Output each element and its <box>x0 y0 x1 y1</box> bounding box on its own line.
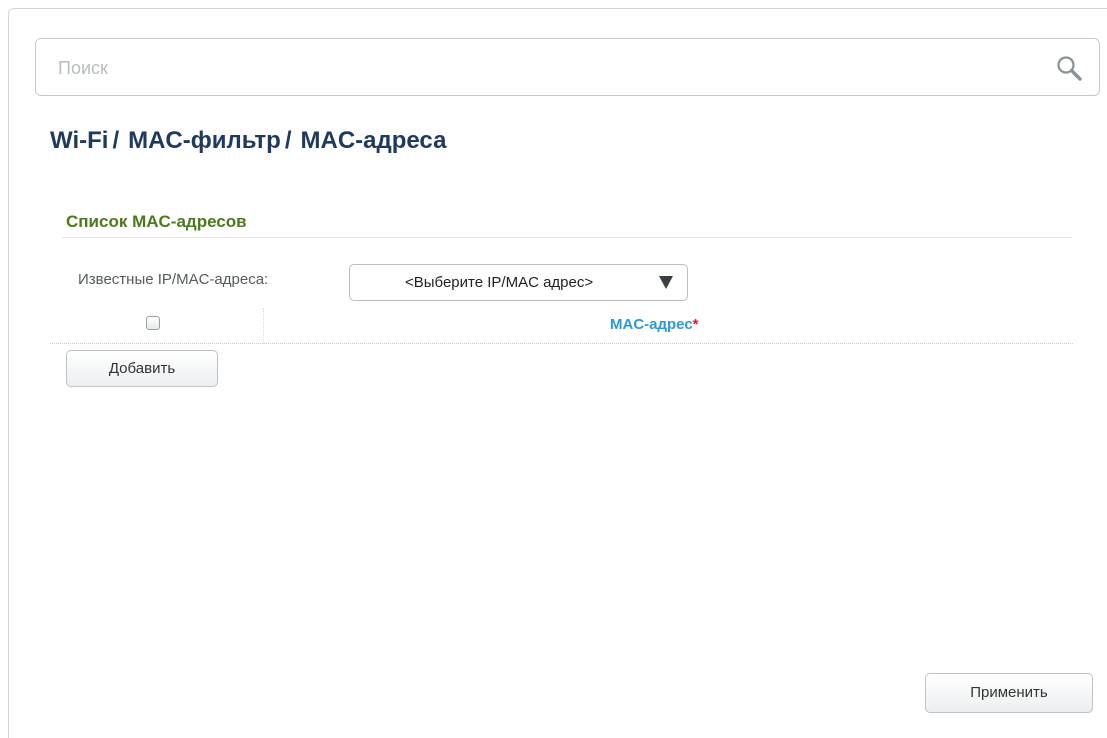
search-box[interactable] <box>35 38 1100 96</box>
known-addresses-selected-value: <Выберите IP/MAC адрес> <box>405 274 594 291</box>
chevron-down-icon <box>659 276 673 289</box>
select-all-checkbox[interactable] <box>146 316 160 330</box>
breadcrumb-separator: / <box>284 127 292 154</box>
breadcrumb-separator: / <box>112 127 120 154</box>
add-button[interactable]: Добавить <box>66 350 218 387</box>
breadcrumb: Wi-Fi / MAC-фильтр / MAC-адреса <box>50 127 446 155</box>
table-header: MAC-адрес* <box>50 308 1073 344</box>
breadcrumb-item-wifi[interactable]: Wi-Fi <box>50 127 108 155</box>
search-input[interactable] <box>56 51 1020 85</box>
breadcrumb-item-mac-addresses: MAC-адреса <box>300 127 447 154</box>
breadcrumb-item-mac-filter[interactable]: MAC-фильтр <box>128 127 281 155</box>
column-header-mac-address: MAC-адрес* <box>610 316 699 333</box>
known-addresses-select[interactable]: <Выберите IP/MAC адрес> <box>349 264 688 301</box>
known-addresses-label: Известные IP/MAC-адреса: <box>78 271 269 288</box>
section-divider <box>62 237 1072 238</box>
column-header-label: MAC-адрес <box>610 316 693 333</box>
column-divider <box>263 308 265 344</box>
section-title: Список MAC-адресов <box>66 212 247 231</box>
search-icon[interactable] <box>1055 54 1083 82</box>
apply-button[interactable]: Применить <box>925 673 1093 713</box>
required-mark: * <box>692 316 699 333</box>
